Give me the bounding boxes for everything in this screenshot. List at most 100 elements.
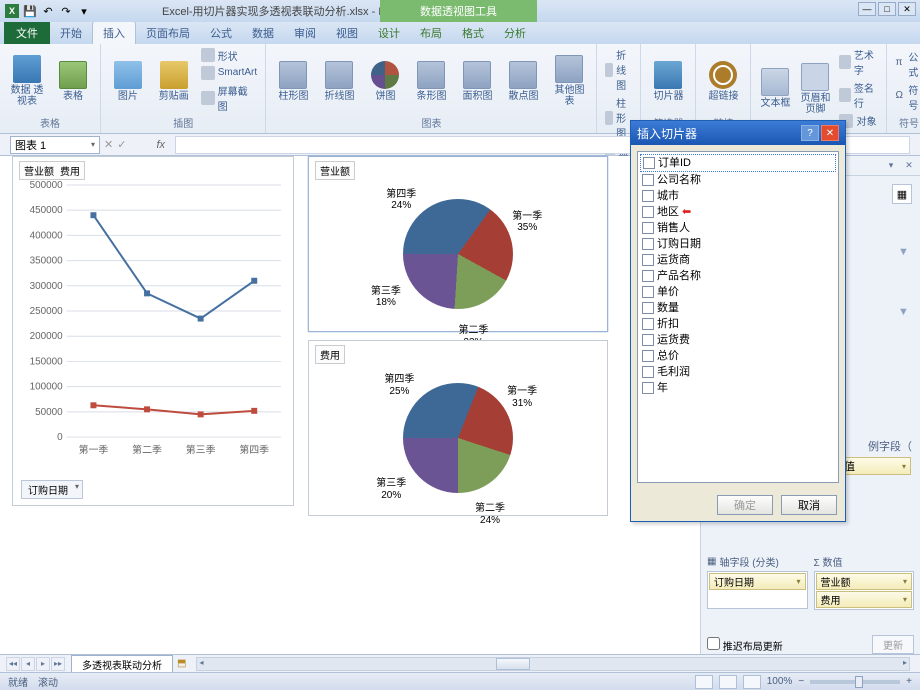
checkbox-icon[interactable] bbox=[642, 206, 654, 218]
slicer-field-item[interactable]: 折扣 bbox=[640, 316, 836, 332]
filter-icon[interactable]: ▼ bbox=[898, 306, 912, 320]
line-chart-filter[interactable]: 订购日期 bbox=[21, 480, 83, 499]
symbol-button[interactable]: Ω符号 bbox=[893, 81, 920, 113]
sheet-nav-first[interactable]: ◂◂ bbox=[6, 657, 20, 671]
shapes-button[interactable]: 形状 bbox=[199, 47, 260, 64]
view-normal-button[interactable] bbox=[695, 675, 713, 689]
smartart-button[interactable]: SmartArt bbox=[199, 65, 260, 81]
slicer-field-item[interactable]: 订购日期 bbox=[640, 236, 836, 252]
tab-design[interactable]: 设计 bbox=[368, 22, 410, 44]
defer-layout-checkbox[interactable]: 推迟布局更新 bbox=[707, 637, 783, 653]
scatter-chart-button[interactable]: 散点图 bbox=[502, 57, 544, 104]
minimize-button[interactable]: — bbox=[858, 2, 876, 16]
zoom-slider[interactable] bbox=[810, 680, 900, 684]
slicer-field-item[interactable]: 运货费 bbox=[640, 332, 836, 348]
name-box[interactable]: 图表 1▾ bbox=[10, 136, 100, 154]
value-field-item[interactable]: 营业额 bbox=[816, 573, 913, 590]
dialog-ok-button[interactable]: 确定 bbox=[717, 495, 773, 515]
sheet-nav-prev[interactable]: ◂ bbox=[21, 657, 35, 671]
qat-more-icon[interactable]: ▾ bbox=[76, 3, 92, 19]
checkbox-icon[interactable] bbox=[642, 174, 654, 186]
pane-gear-icon[interactable]: ▦ bbox=[892, 184, 912, 204]
sheet-nav-last[interactable]: ▸▸ bbox=[51, 657, 65, 671]
checkbox-icon[interactable] bbox=[642, 270, 654, 282]
area-chart-button[interactable]: 面积图 bbox=[456, 57, 498, 104]
line-chart[interactable]: 营业额费用 0500001000001500002000002500003000… bbox=[12, 156, 294, 506]
tab-format[interactable]: 格式 bbox=[452, 22, 494, 44]
dialog-help-button[interactable]: ? bbox=[801, 125, 819, 141]
slicer-field-item[interactable]: 地区 ⬅ bbox=[640, 204, 836, 220]
new-sheet-icon[interactable]: ⬒ bbox=[177, 658, 186, 669]
restore-button[interactable]: □ bbox=[878, 2, 896, 16]
value-fields-box[interactable]: 营业额费用 bbox=[814, 571, 915, 610]
tab-formula[interactable]: 公式 bbox=[200, 22, 242, 44]
cancel-icon[interactable]: ✕ bbox=[104, 138, 113, 151]
textbox-button[interactable]: 文本框 bbox=[757, 64, 793, 111]
value-field-item[interactable]: 费用 bbox=[816, 591, 913, 608]
slicer-field-item[interactable]: 单价 bbox=[640, 284, 836, 300]
tab-analyze[interactable]: 分析 bbox=[494, 22, 536, 44]
view-pagebreak-button[interactable] bbox=[743, 675, 761, 689]
slicer-field-item[interactable]: 数量 bbox=[640, 300, 836, 316]
scroll-thumb[interactable] bbox=[496, 658, 530, 670]
tab-home[interactable]: 开始 bbox=[50, 22, 92, 44]
slicer-field-list[interactable]: 订单ID公司名称城市地区 ⬅销售人订购日期运货商产品名称单价数量折扣运货费总价毛… bbox=[637, 151, 839, 483]
dialog-titlebar[interactable]: 插入切片器 ? ✕ bbox=[631, 121, 845, 145]
redo-icon[interactable]: ↷ bbox=[58, 3, 74, 19]
undo-icon[interactable]: ↶ bbox=[40, 3, 56, 19]
accept-icon[interactable]: ✓ bbox=[117, 138, 126, 151]
pivot-table-button[interactable]: 数据 透视表 bbox=[6, 51, 48, 109]
checkbox-icon[interactable] bbox=[642, 254, 654, 266]
picture-button[interactable]: 图片 bbox=[107, 57, 149, 104]
checkbox-icon[interactable] bbox=[642, 382, 654, 394]
screenshot-button[interactable]: 屏幕截图 bbox=[199, 82, 260, 114]
slicer-field-item[interactable]: 公司名称 bbox=[640, 172, 836, 188]
checkbox-icon[interactable] bbox=[642, 318, 654, 330]
checkbox-icon[interactable] bbox=[642, 238, 654, 250]
slicer-field-item[interactable]: 销售人 bbox=[640, 220, 836, 236]
checkbox-icon[interactable] bbox=[642, 334, 654, 346]
close-button[interactable]: ✕ bbox=[898, 2, 916, 16]
fx-icon[interactable]: fx bbox=[156, 139, 165, 151]
header-footer-button[interactable]: 页眉和页脚 bbox=[797, 59, 833, 117]
tab-pagelayout[interactable]: 页面布局 bbox=[136, 22, 200, 44]
other-chart-button[interactable]: 其他图表 bbox=[548, 51, 590, 109]
equation-button[interactable]: π公式 bbox=[893, 48, 920, 80]
pane-close-icon[interactable]: ✕ bbox=[902, 159, 916, 173]
slicer-button[interactable]: 切片器 bbox=[647, 57, 689, 104]
tab-insert[interactable]: 插入 bbox=[92, 21, 136, 44]
tab-view[interactable]: 视图 bbox=[326, 22, 368, 44]
save-icon[interactable]: 💾 bbox=[22, 3, 38, 19]
legend-field-item[interactable]: 值 bbox=[839, 457, 911, 475]
signature-button[interactable]: 签名行 bbox=[837, 79, 880, 111]
slicer-field-item[interactable]: 总价 bbox=[640, 348, 836, 364]
sparkline-line-button[interactable]: 折线图 bbox=[603, 46, 634, 93]
tab-review[interactable]: 审阅 bbox=[284, 22, 326, 44]
checkbox-icon[interactable] bbox=[642, 222, 654, 234]
axis-field-item[interactable]: 订购日期 bbox=[709, 573, 806, 590]
dialog-cancel-button[interactable]: 取消 bbox=[781, 495, 837, 515]
table-button[interactable]: 表格 bbox=[52, 57, 94, 104]
update-button[interactable]: 更新 bbox=[872, 635, 914, 654]
sheet-tab[interactable]: 多透视表联动分析 bbox=[71, 655, 173, 673]
slicer-field-item[interactable]: 城市 bbox=[640, 188, 836, 204]
line-chart-button[interactable]: 折线图 bbox=[318, 57, 360, 104]
checkbox-icon[interactable] bbox=[642, 366, 654, 378]
tab-data[interactable]: 数据 bbox=[242, 22, 284, 44]
slicer-field-item[interactable]: 年 bbox=[640, 380, 836, 396]
slicer-field-item[interactable]: 订单ID bbox=[640, 154, 836, 172]
slicer-field-item[interactable]: 运货商 bbox=[640, 252, 836, 268]
checkbox-icon[interactable] bbox=[642, 286, 654, 298]
pane-dropdown-icon[interactable]: ▾ bbox=[884, 159, 898, 173]
wordart-button[interactable]: 艺术字 bbox=[837, 46, 880, 78]
pie-chart-cost[interactable]: 费用 第一季31%第二季24%第三季20%第四季25% bbox=[308, 340, 608, 516]
slicer-field-item[interactable]: 产品名称 bbox=[640, 268, 836, 284]
tab-file[interactable]: 文件 bbox=[4, 22, 50, 44]
filter-icon[interactable]: ▼ bbox=[898, 246, 912, 260]
checkbox-icon[interactable] bbox=[642, 190, 654, 202]
pie-chart-button[interactable]: 饼图 bbox=[364, 57, 406, 104]
pie-chart-revenue[interactable]: 营业额 第一季35%第二季23%第三季18%第四季24% bbox=[308, 156, 608, 332]
zoom-out-button[interactable]: − bbox=[798, 676, 804, 687]
column-chart-button[interactable]: 柱形图 bbox=[272, 57, 314, 104]
hyperlink-button[interactable]: 超链接 bbox=[702, 57, 744, 104]
